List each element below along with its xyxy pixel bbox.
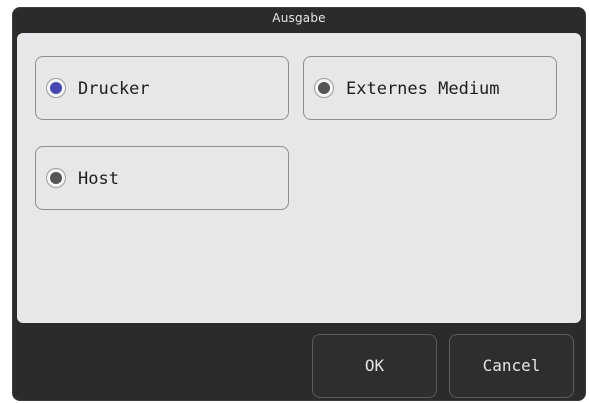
radio-dot bbox=[318, 82, 330, 94]
option-label: Externes Medium bbox=[346, 79, 500, 99]
options-panel: Drucker Externes Medium Host bbox=[17, 33, 581, 323]
ok-button[interactable]: OK bbox=[312, 334, 437, 398]
option-label: Host bbox=[78, 169, 119, 189]
radio-unselected-icon[interactable] bbox=[46, 168, 66, 188]
radio-dot bbox=[50, 172, 62, 184]
radio-unselected-icon[interactable] bbox=[314, 78, 334, 98]
radio-selected-icon[interactable] bbox=[46, 78, 66, 98]
option-externes-medium[interactable]: Externes Medium bbox=[303, 56, 557, 120]
dialog-title: Ausgabe bbox=[272, 11, 326, 25]
cancel-button[interactable]: Cancel bbox=[449, 334, 574, 398]
option-drucker[interactable]: Drucker bbox=[35, 56, 289, 120]
option-host[interactable]: Host bbox=[35, 146, 289, 210]
option-label: Drucker bbox=[78, 79, 150, 99]
output-dialog: Ausgabe Drucker Externes Medium Host OK … bbox=[12, 7, 586, 401]
radio-dot bbox=[50, 82, 62, 94]
